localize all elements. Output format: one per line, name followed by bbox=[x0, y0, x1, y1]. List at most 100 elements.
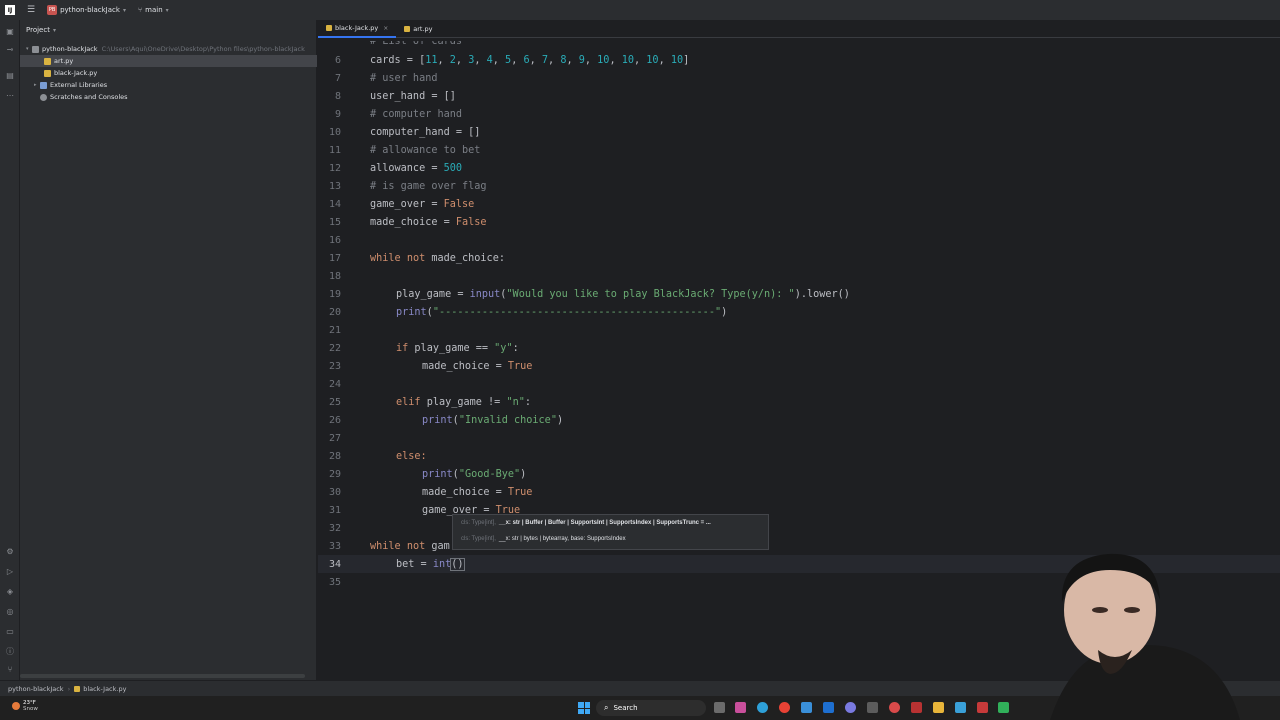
terminal-icon[interactable]: ▭ bbox=[5, 626, 15, 636]
file-explorer-icon[interactable] bbox=[933, 702, 944, 713]
problems-icon[interactable]: ⓘ bbox=[5, 646, 15, 656]
task-view-icon[interactable] bbox=[714, 702, 725, 713]
structure-icon[interactable]: ▤ bbox=[5, 70, 15, 80]
breadcrumb-project[interactable]: python-blackJack bbox=[8, 685, 64, 693]
close-icon[interactable]: × bbox=[383, 25, 388, 32]
line-number: 23 bbox=[328, 360, 341, 372]
app-icon[interactable] bbox=[801, 702, 812, 713]
code-line: 20 print("------------------------------… bbox=[318, 303, 1280, 321]
project-selector[interactable]: python-blackJack bbox=[60, 6, 120, 14]
tree-item-label: black-Jack.py bbox=[54, 69, 98, 77]
search-icon: ⌕ bbox=[604, 703, 609, 712]
code-text: made_choice = True bbox=[422, 360, 533, 372]
chevron-down-icon[interactable]: ▾ bbox=[123, 7, 126, 14]
app-icon[interactable] bbox=[735, 702, 746, 713]
folder-icon bbox=[32, 45, 39, 53]
code-line: 26 print("Invalid choice") bbox=[318, 411, 1280, 429]
line-number: 29 bbox=[328, 468, 341, 480]
chevron-down-icon[interactable]: ▾ bbox=[53, 27, 56, 34]
code-line: 29 print("Good-Bye") bbox=[318, 465, 1280, 483]
line-number: 21 bbox=[328, 324, 341, 336]
library-icon bbox=[40, 81, 47, 89]
pycharm-icon[interactable] bbox=[998, 702, 1009, 713]
discord-icon[interactable] bbox=[845, 702, 856, 713]
app-icon[interactable] bbox=[867, 702, 878, 713]
tree-item-black-jack[interactable]: black-Jack.py bbox=[44, 67, 97, 79]
code-text: print("Invalid choice") bbox=[422, 414, 564, 426]
code-line: 6 cards = [11, 2, 3, 4, 5, 6, 7, 8, 9, 1… bbox=[318, 51, 1280, 69]
code-line: 23 made_choice = True bbox=[318, 357, 1280, 375]
weather-icon bbox=[12, 702, 20, 710]
mail-icon[interactable] bbox=[823, 702, 834, 713]
breadcrumb-file[interactable]: black-Jack.py bbox=[83, 685, 126, 693]
project-panel-title[interactable]: Project bbox=[26, 26, 50, 34]
webcam-overlay bbox=[1010, 540, 1280, 720]
taskbar-search[interactable]: ⌕ Search bbox=[596, 700, 706, 716]
code-line: 12 allowance = 500 bbox=[318, 159, 1280, 177]
python-packages-icon[interactable]: ⚙ bbox=[5, 546, 15, 556]
parameter-info-popup: cls: Type[int], __x: str | Buffer | Buff… bbox=[452, 514, 769, 550]
line-number: 33 bbox=[328, 540, 341, 552]
more-tools-icon[interactable]: ⋯ bbox=[5, 90, 15, 100]
tree-item-scratches[interactable]: Scratches and Consoles bbox=[40, 91, 128, 103]
parameter-signature: cls: Type[int], __x: str | Buffer | Buff… bbox=[461, 520, 711, 526]
app-icon[interactable] bbox=[955, 702, 966, 713]
code-line: 17 while not made_choice: bbox=[318, 249, 1280, 267]
code-text: play_game = input("Would you like to pla… bbox=[396, 288, 850, 300]
line-number: 27 bbox=[328, 432, 341, 444]
code-text: if play_game == "y": bbox=[396, 342, 519, 354]
code-comment: # allowance to bet bbox=[370, 144, 481, 156]
line-number: 13 bbox=[328, 180, 341, 192]
code-line: 25 elif play_game != "n": bbox=[318, 393, 1280, 411]
chevron-down-icon[interactable]: ▾ bbox=[166, 7, 169, 14]
python-file-icon bbox=[44, 57, 51, 65]
code-line: 18 bbox=[318, 267, 1280, 285]
tree-item-label: art.py bbox=[54, 57, 74, 65]
line-number: 8 bbox=[334, 90, 341, 102]
git-icon[interactable]: ⑂ bbox=[5, 664, 15, 674]
chrome-icon[interactable] bbox=[779, 702, 790, 713]
tab-black-jack[interactable]: black-Jack.py × bbox=[318, 20, 397, 38]
code-line: 19 play_game = input("Would you like to … bbox=[318, 285, 1280, 303]
tree-item-external-libraries[interactable]: ▸ External Libraries bbox=[34, 79, 107, 91]
breadcrumb-separator: › bbox=[67, 684, 71, 693]
app-icon[interactable] bbox=[889, 702, 900, 713]
app-icon[interactable] bbox=[977, 702, 988, 713]
code-text: while not made_choice: bbox=[370, 252, 505, 264]
branch-icon: ⑂ bbox=[137, 6, 143, 14]
code-text: cards = [11, 2, 3, 4, 5, 6, 7, 8, 9, 10,… bbox=[370, 54, 690, 66]
branch-selector[interactable]: main bbox=[145, 6, 163, 14]
line-number: 7 bbox=[334, 72, 341, 84]
code-text: # List of cards bbox=[370, 38, 463, 47]
tree-item-path: C:\Users\Aqui\OneDrive\Desktop\Python fi… bbox=[101, 45, 305, 53]
folder-icon[interactable]: ▣ bbox=[5, 26, 15, 36]
windows-start-icon[interactable] bbox=[578, 702, 590, 714]
code-line: 15 made_choice = False bbox=[318, 213, 1280, 231]
horizontal-scrollbar[interactable] bbox=[20, 674, 305, 678]
services-icon[interactable]: ◎ bbox=[5, 606, 15, 616]
line-number: 25 bbox=[328, 396, 341, 408]
run-icon[interactable]: ▷ bbox=[5, 566, 15, 576]
tab-art[interactable]: art.py bbox=[396, 20, 440, 38]
layers-icon[interactable]: ◈ bbox=[5, 586, 15, 596]
tree-item-project-root[interactable]: ▾ python-blackJack C:\Users\Aqui\OneDriv… bbox=[26, 43, 305, 55]
code-line: 11 # allowance to bet bbox=[318, 141, 1280, 159]
edge-icon[interactable] bbox=[757, 702, 768, 713]
tree-item-label: External Libraries bbox=[50, 81, 108, 89]
line-number: 12 bbox=[328, 162, 341, 174]
code-text: while not gam bbox=[370, 540, 450, 552]
tree-item-art[interactable]: art.py bbox=[20, 55, 317, 67]
commit-icon[interactable]: ⊸ bbox=[5, 44, 15, 54]
line-number: 10 bbox=[328, 126, 341, 138]
code-text: bet = int() bbox=[396, 557, 465, 571]
tree-item-label: python-blackJack bbox=[42, 45, 98, 53]
app-icon[interactable] bbox=[911, 702, 922, 713]
code-text: print("---------------------------------… bbox=[396, 306, 728, 318]
code-line: 7 # user hand bbox=[318, 69, 1280, 87]
weather-widget[interactable]: 23°F Snow bbox=[12, 700, 38, 712]
code-line: 30 made_choice = True bbox=[318, 483, 1280, 501]
line-number: 30 bbox=[328, 486, 341, 498]
code-text: game_over = False bbox=[370, 198, 475, 210]
line-number: 22 bbox=[328, 342, 341, 354]
main-menu-icon[interactable]: ☰ bbox=[27, 5, 35, 15]
